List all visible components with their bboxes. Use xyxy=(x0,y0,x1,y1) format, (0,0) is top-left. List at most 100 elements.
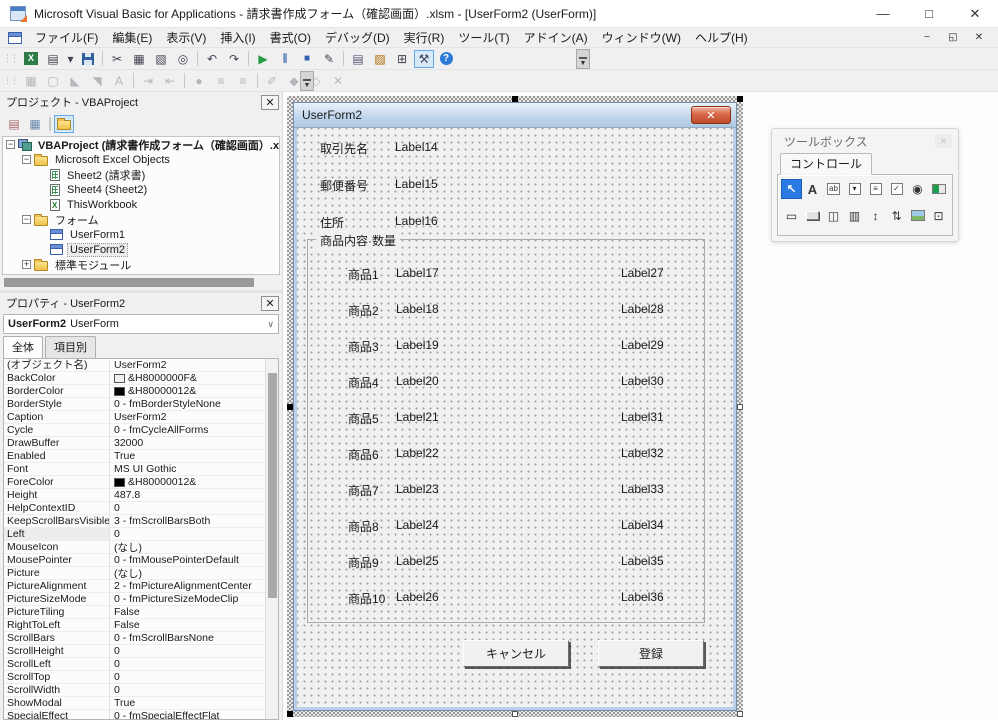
scrollbar-thumb[interactable] xyxy=(4,278,254,287)
property-row[interactable]: SpecialEffect 0 - fmSpecialEffectFlat xyxy=(4,710,265,720)
close-button[interactable]: ✕ xyxy=(952,0,998,27)
property-row[interactable]: PictureAlignment 2 - fmPictureAlignmentC… xyxy=(4,580,265,593)
mdi-minimize-button[interactable]: − xyxy=(916,32,938,43)
item-caption-label[interactable]: 商品5 xyxy=(348,410,379,427)
menu-edit[interactable]: 編集(E) xyxy=(105,27,159,48)
property-value[interactable]: (なし) xyxy=(110,541,265,553)
item-qty-label[interactable]: Label34 xyxy=(621,518,664,532)
item-name-label[interactable]: Label24 xyxy=(396,518,439,532)
property-row[interactable]: BorderColor &H80000012& xyxy=(4,385,265,398)
view-object-button[interactable]: ▤ xyxy=(43,50,63,68)
frame-tool[interactable]: ▭ xyxy=(781,206,802,226)
item-name-label[interactable]: Label20 xyxy=(396,374,439,388)
refedit-tool[interactable]: ⊡ xyxy=(928,206,949,226)
menu-window[interactable]: ウィンドウ(W) xyxy=(595,27,688,48)
item-name-label[interactable]: Label18 xyxy=(396,302,439,316)
property-value[interactable]: False xyxy=(110,606,265,618)
tree-item-sheet2[interactable]: Sheet2 (請求書) xyxy=(3,167,279,182)
item-qty-label[interactable]: Label29 xyxy=(621,338,664,352)
item-caption-label[interactable]: 商品6 xyxy=(348,446,379,463)
property-row[interactable]: RightToLeft False xyxy=(4,619,265,632)
property-row[interactable]: Cycle 0 - fmCycleAllForms xyxy=(4,424,265,437)
property-value[interactable]: UserForm2 xyxy=(110,411,265,423)
property-value[interactable]: &H80000012& xyxy=(110,385,265,397)
field-caption-label[interactable]: 住所 xyxy=(320,214,344,231)
project-panel-header[interactable]: プロジェクト - VBAProject ✕ xyxy=(0,92,282,112)
tree-item-userform1[interactable]: UserForm1 xyxy=(3,227,279,242)
property-value[interactable]: True xyxy=(110,450,265,462)
property-value[interactable]: 32000 xyxy=(110,437,265,449)
property-row[interactable]: MousePointer 0 - fmMousePointerDefault xyxy=(4,554,265,567)
design-mode-button[interactable]: ✎ xyxy=(319,50,339,68)
item-caption-label[interactable]: 商品2 xyxy=(348,302,379,319)
object-browser-button[interactable]: ⊞ xyxy=(392,50,412,68)
property-value[interactable]: &H8000000F& xyxy=(110,372,265,384)
view-excel-button[interactable]: X xyxy=(21,50,41,68)
tree-item-sheet4[interactable]: Sheet4 (Sheet2) xyxy=(3,182,279,197)
item-caption-label[interactable]: 商品9 xyxy=(348,554,379,571)
field-value-label[interactable]: Label14 xyxy=(395,140,438,154)
property-value[interactable]: UserForm2 xyxy=(110,359,265,371)
property-value[interactable]: 0 - fmScrollBarsNone xyxy=(110,632,265,644)
property-row[interactable]: ShowModal True xyxy=(4,697,265,710)
register-button[interactable]: 登録 xyxy=(598,640,704,667)
copy-button[interactable]: ▦ xyxy=(129,50,149,68)
select-objects-tool[interactable]: ↖ xyxy=(781,179,802,199)
redo-button[interactable]: ↷ xyxy=(224,50,244,68)
item-caption-label[interactable]: 商品4 xyxy=(348,374,379,391)
property-value[interactable]: MS UI Gothic xyxy=(110,463,265,475)
save-button[interactable] xyxy=(78,50,98,68)
property-row[interactable]: BorderStyle 0 - fmBorderStyleNone xyxy=(4,398,265,411)
item-caption-label[interactable]: 商品3 xyxy=(348,338,379,355)
property-row[interactable]: ScrollBars 0 - fmScrollBarsNone xyxy=(4,632,265,645)
item-caption-label[interactable]: 商品10 xyxy=(348,590,385,607)
property-value[interactable]: (なし) xyxy=(110,567,265,579)
toolbar-overflow-handle[interactable]: ▼ xyxy=(300,71,314,91)
resize-handle-left[interactable] xyxy=(287,404,293,410)
item-name-label[interactable]: Label25 xyxy=(396,554,439,568)
item-name-label[interactable]: Label17 xyxy=(396,266,439,280)
view-code-button[interactable]: ▤ xyxy=(4,115,24,133)
property-row[interactable]: Font MS UI Gothic xyxy=(4,463,265,476)
paste-button[interactable]: ▧ xyxy=(151,50,171,68)
tree-expander-icon[interactable]: − xyxy=(22,215,31,224)
resize-handle-bottom-right[interactable] xyxy=(737,711,743,717)
property-value[interactable]: 0 xyxy=(110,502,265,514)
field-caption-label[interactable]: 郵便番号 xyxy=(320,177,368,194)
property-row[interactable]: KeepScrollBarsVisible 3 - fmScrollBarsBo… xyxy=(4,515,265,528)
property-value[interactable]: 2 - fmPictureAlignmentCenter xyxy=(110,580,265,592)
tab-categorized[interactable]: 項目別 xyxy=(45,336,96,358)
combobox-tool[interactable]: ▾ xyxy=(844,179,865,199)
tabstrip-tool[interactable]: ◫ xyxy=(823,206,844,226)
toolbox-tab-controls[interactable]: コントロール xyxy=(780,153,872,175)
item-qty-label[interactable]: Label35 xyxy=(621,554,664,568)
view-object-dropdown[interactable]: ▾ xyxy=(65,50,76,68)
help-button[interactable]: ? xyxy=(436,50,456,68)
properties-vertical-scrollbar[interactable] xyxy=(265,359,278,719)
field-value-label[interactable]: Label15 xyxy=(395,177,438,191)
property-row[interactable]: PictureTiling False xyxy=(4,606,265,619)
userform-close-icon[interactable]: ✕ xyxy=(691,106,731,124)
item-name-label[interactable]: Label26 xyxy=(396,590,439,604)
tree-expander-icon[interactable]: − xyxy=(22,155,31,164)
property-row[interactable]: (オブジェクト名) UserForm2 xyxy=(4,359,265,372)
item-name-label[interactable]: Label23 xyxy=(396,482,439,496)
items-frame[interactable]: 商品内容·数量 商品1 Label17 Label27 xyxy=(307,239,705,623)
property-value[interactable]: 0 - fmMousePointerDefault xyxy=(110,554,265,566)
menu-insert[interactable]: 挿入(I) xyxy=(213,27,262,48)
run-button[interactable]: ▶ xyxy=(253,50,273,68)
checkbox-tool[interactable]: ✓ xyxy=(886,179,907,199)
cancel-button[interactable]: キャンセル xyxy=(463,640,569,667)
property-row[interactable]: BackColor &H8000000F& xyxy=(4,372,265,385)
image-tool[interactable] xyxy=(907,206,928,226)
property-value[interactable]: 487.8 xyxy=(110,489,265,501)
project-panel-close-icon[interactable]: ✕ xyxy=(261,95,279,110)
properties-panel-close-icon[interactable]: ✕ xyxy=(261,296,279,311)
item-qty-label[interactable]: Label28 xyxy=(621,302,664,316)
menu-help[interactable]: ヘルプ(H) xyxy=(688,27,755,48)
property-row[interactable]: Picture (なし) xyxy=(4,567,265,580)
userform-titlebar[interactable]: UserForm2 ✕ xyxy=(294,103,736,128)
tree-expander-icon[interactable]: − xyxy=(6,140,15,149)
find-button[interactable]: ◎ xyxy=(173,50,193,68)
project-explorer-button[interactable]: ▤ xyxy=(348,50,368,68)
